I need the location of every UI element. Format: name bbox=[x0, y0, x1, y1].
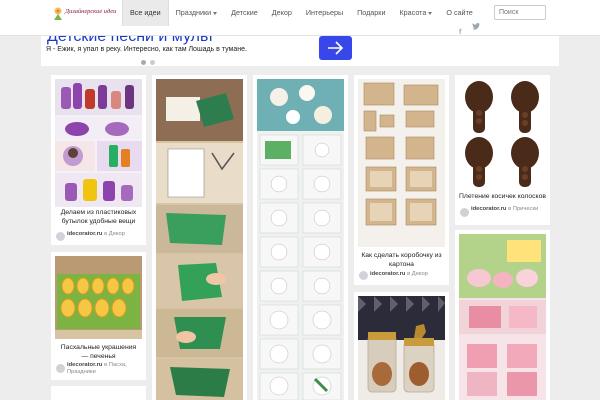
logo-text: Дизайнерские идеи bbox=[65, 8, 117, 15]
nav-label: Декор bbox=[271, 8, 292, 17]
pin-via: в bbox=[104, 362, 108, 368]
avatar bbox=[460, 208, 469, 217]
pin-meta: idecorator.ru в Прически bbox=[471, 206, 546, 213]
paper-baskets-collage-image bbox=[459, 234, 546, 400]
promo-banner[interactable]: Детские песни и мульт Я - Ежик, я упал в… bbox=[41, 36, 559, 66]
pin-title[interactable]: Делаем из пластиковых бутылок удобные ве… bbox=[57, 209, 140, 226]
facebook-icon[interactable]: f bbox=[459, 29, 461, 36]
pin-source[interactable]: idecorator.ru bbox=[67, 231, 102, 237]
braids-collage-image bbox=[459, 79, 546, 189]
nav-label: Праздники bbox=[175, 8, 212, 17]
pin-via: в bbox=[104, 231, 108, 237]
pin-board[interactable]: Декор bbox=[109, 231, 125, 237]
pin-title[interactable]: Пасхальные украшения — печенья bbox=[57, 344, 140, 361]
pin-card[interactable]: Делаем из пластиковых бутылок удобные ве… bbox=[51, 75, 146, 245]
pin-source[interactable]: idecorator.ru bbox=[67, 362, 102, 368]
pin-source[interactable]: idecorator.ru bbox=[471, 206, 506, 212]
nav-decor[interactable]: Декор bbox=[265, 0, 299, 26]
nav-label: Интерьеры bbox=[305, 8, 344, 17]
pin-image-cardboard-box[interactable] bbox=[358, 79, 445, 247]
nav-interiors[interactable]: Интерьеры bbox=[299, 0, 350, 26]
pin-image-felt-case[interactable] bbox=[156, 79, 243, 400]
nav-kids[interactable]: Детские bbox=[224, 0, 265, 26]
pin-card[interactable]: Как сделать коробочку из картона idecora… bbox=[354, 75, 449, 285]
main-nav: Все идеи Праздники Детские Декор Интерье… bbox=[122, 0, 480, 26]
nav-label: Детские bbox=[231, 8, 258, 17]
pin-meta: idecorator.ru в Декор bbox=[67, 231, 142, 238]
carousel-dot-active[interactable] bbox=[141, 60, 146, 65]
pin-meta: idecorator.ru в Пасха, Праздники bbox=[67, 362, 142, 376]
carousel-dots bbox=[141, 60, 155, 65]
top-navbar: Дизайнерские идеи Все идеи Праздники Дет… bbox=[0, 0, 600, 36]
decorated-jars-image bbox=[358, 296, 445, 400]
pin-title[interactable]: Как сделать коробочку из картона bbox=[360, 252, 443, 269]
pin-card[interactable]: Плетение косичек колосков idecorator.ru … bbox=[455, 75, 550, 225]
pin-via: в bbox=[508, 206, 512, 212]
avatar bbox=[56, 364, 65, 373]
site-logo[interactable]: Дизайнерские идеи bbox=[52, 5, 117, 21]
pin-card[interactable] bbox=[354, 292, 449, 400]
banner-go-button[interactable] bbox=[319, 36, 352, 60]
carousel-dot[interactable] bbox=[150, 60, 155, 65]
cardboard-box-collage-image bbox=[358, 79, 445, 247]
pin-image-easter-cookies[interactable] bbox=[55, 256, 142, 339]
paper-flowers-collage-image bbox=[257, 79, 344, 400]
nav-gifts[interactable]: Подарки bbox=[350, 0, 392, 26]
pin-card[interactable] bbox=[253, 75, 348, 400]
pin-source[interactable]: idecorator.ru bbox=[370, 271, 405, 277]
easter-cookies-image bbox=[55, 256, 142, 339]
arrow-right-icon bbox=[328, 41, 344, 55]
pin-board[interactable]: Декор bbox=[412, 271, 428, 277]
nav-label: Красота bbox=[399, 8, 427, 17]
pin-card[interactable] bbox=[455, 230, 550, 400]
chevron-down-icon bbox=[428, 11, 433, 15]
pin-via: в bbox=[407, 271, 411, 277]
banner-text: Я - Ежик, я упал в реку. Интересно, как … bbox=[46, 46, 247, 53]
pin-image-plastic-bottles[interactable] bbox=[55, 79, 142, 207]
pin-card[interactable] bbox=[51, 386, 146, 400]
bottles-collage-image bbox=[55, 79, 142, 207]
nav-label: О сайте bbox=[446, 8, 473, 17]
pin-title[interactable]: Плетение косичек колосков bbox=[459, 193, 546, 202]
avatar bbox=[56, 232, 65, 241]
nav-holidays[interactable]: Праздники bbox=[169, 0, 225, 26]
pin-image-jars[interactable] bbox=[358, 296, 445, 400]
nav-all-ideas[interactable]: Все идеи bbox=[122, 0, 169, 26]
nav-beauty[interactable]: Красота bbox=[392, 0, 439, 26]
pin-board[interactable]: Прически bbox=[513, 206, 539, 212]
search-input[interactable] bbox=[494, 5, 546, 20]
nav-label: Подарки bbox=[357, 8, 386, 17]
pin-image-paper-flowers[interactable] bbox=[257, 79, 344, 400]
avatar bbox=[359, 271, 368, 280]
logo-icon bbox=[54, 7, 62, 20]
pin-card[interactable]: Пасхальные украшения — печенья idecorato… bbox=[51, 252, 146, 380]
chevron-down-icon bbox=[213, 11, 218, 15]
pin-image-paper-baskets[interactable] bbox=[459, 234, 546, 400]
pin-card[interactable] bbox=[152, 75, 247, 400]
twitter-icon[interactable] bbox=[472, 22, 480, 30]
nav-label: Все идеи bbox=[130, 8, 161, 17]
felt-case-collage-image bbox=[156, 79, 243, 400]
pin-image-braids[interactable] bbox=[459, 79, 546, 189]
pin-meta: idecorator.ru в Декор bbox=[370, 271, 445, 278]
